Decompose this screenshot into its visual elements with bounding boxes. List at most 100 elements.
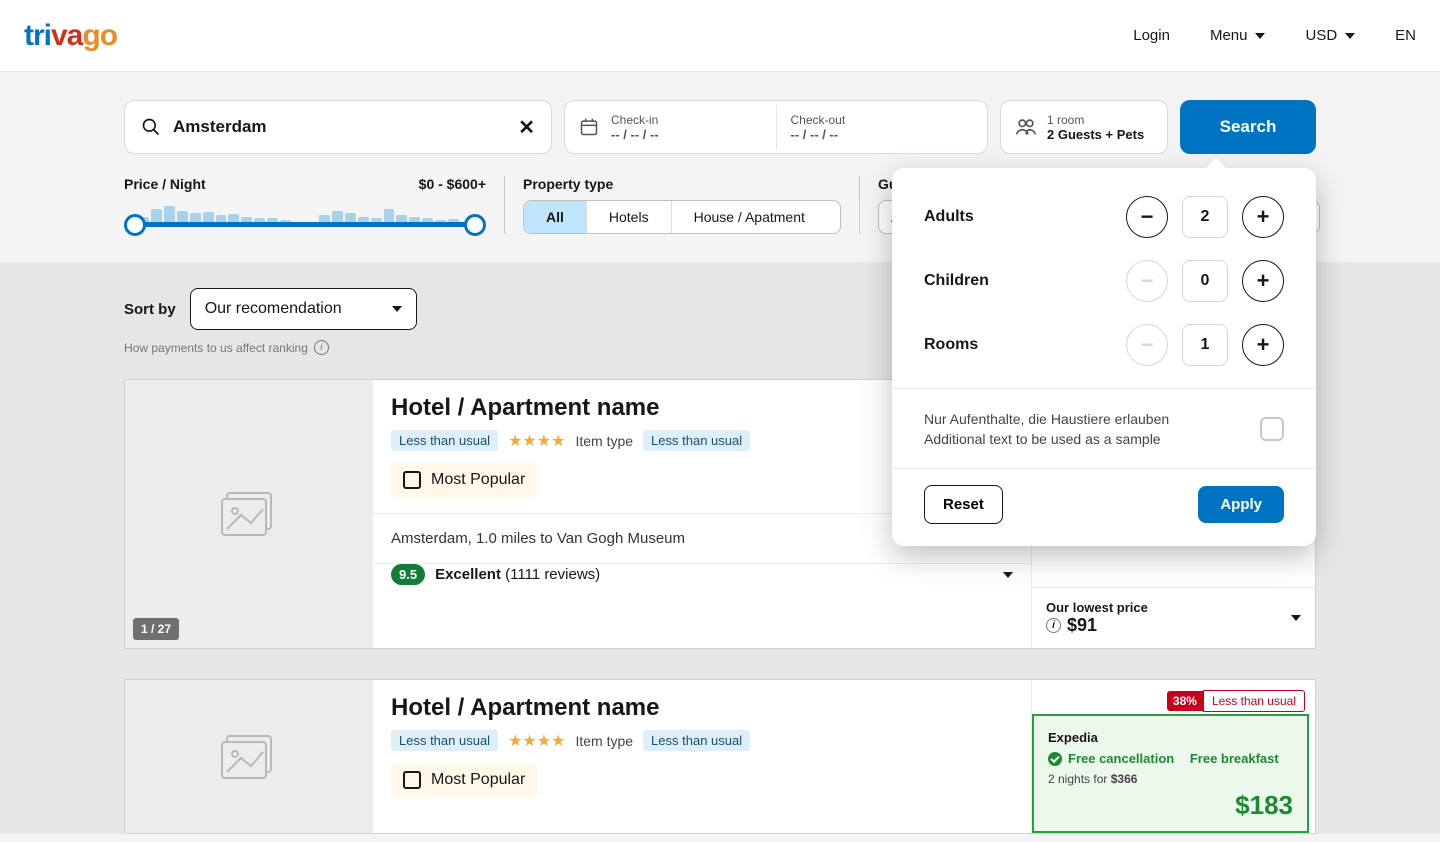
price-min-handle[interactable]: [124, 214, 146, 236]
destination-field[interactable]: ✕: [124, 100, 552, 154]
image-placeholder-icon: [219, 489, 279, 539]
menu-dropdown[interactable]: Menu: [1210, 27, 1266, 44]
star-rating-icon: ★★★★: [508, 731, 565, 751]
price-trend-chip: Less than usual: [391, 430, 498, 451]
chevron-down-icon: [392, 306, 402, 312]
nights-label: 2 nights for: [1048, 772, 1107, 786]
info-icon: i: [1046, 618, 1061, 633]
calendar-icon: [579, 117, 599, 137]
search-bar: ✕ Check-in -- / -- / -- Check-out -- / -…: [124, 72, 1316, 154]
checkin-value: -- / -- / --: [611, 127, 659, 142]
ptype-option-hotels[interactable]: Hotels: [587, 201, 672, 233]
hotel-name[interactable]: Hotel / Apartment name: [391, 694, 1013, 722]
lowest-price-label: Our lowest price: [1046, 600, 1148, 615]
rooms-decrement-button: −: [1126, 324, 1168, 366]
ptype-option-house[interactable]: House / Apatment: [672, 201, 827, 233]
price-slider[interactable]: [124, 200, 486, 232]
discount-note: Less than usual: [1203, 690, 1305, 712]
pets-label: Nur Aufenthalte, die Haustiere erlauben: [924, 409, 1169, 429]
checkin-field[interactable]: Check-in -- / -- / --: [565, 105, 776, 150]
item-type: Item type: [575, 733, 633, 749]
price-max-handle[interactable]: [464, 214, 486, 236]
pets-checkbox[interactable]: [1260, 417, 1284, 441]
perk-free-breakfast: Free breakfast: [1190, 751, 1279, 766]
adults-decrement-button[interactable]: −: [1126, 196, 1168, 238]
image-placeholder-icon: [219, 732, 279, 782]
best-deal-box[interactable]: Expedia Free cancellation Free breakfast…: [1032, 714, 1309, 833]
image-counter: 1 / 27: [133, 618, 179, 640]
sort-dropdown[interactable]: Our recomendation: [190, 288, 417, 330]
hotel-image[interactable]: [125, 680, 373, 833]
language-select[interactable]: EN: [1395, 27, 1416, 44]
checkin-label: Check-in: [611, 113, 659, 127]
most-popular-toggle[interactable]: Most Popular: [391, 763, 537, 797]
deal-price: $183: [1048, 790, 1293, 821]
destination-input[interactable]: [173, 117, 506, 137]
partner-name: Expedia: [1048, 730, 1293, 745]
most-popular-toggle[interactable]: Most Popular: [391, 463, 537, 497]
rooms-increment-button[interactable]: +: [1242, 324, 1284, 366]
property-type-label: Property type: [523, 176, 613, 192]
ptype-option-all[interactable]: All: [524, 201, 587, 233]
clear-destination-icon[interactable]: ✕: [518, 115, 535, 140]
star-rating-icon: ★★★★: [508, 431, 565, 451]
sort-by-label: Sort by: [124, 301, 176, 318]
property-type-segmented: All Hotels House / Apatment: [523, 200, 841, 234]
lowest-price-row[interactable]: Our lowest price i $91: [1032, 587, 1315, 648]
check-icon: [1048, 752, 1062, 766]
checkbox-icon: [403, 771, 421, 789]
children-increment-button[interactable]: +: [1242, 260, 1284, 302]
guests-popover: Adults − 2 + Children − 0 + Rooms − 1 + …: [892, 168, 1316, 546]
rating-score: 9.5: [391, 564, 425, 585]
children-label: Children: [924, 272, 989, 290]
checkout-label: Check-out: [791, 113, 846, 127]
login-link[interactable]: Login: [1133, 27, 1170, 44]
price-range-value: $0 - $600+: [419, 176, 486, 192]
chevron-down-icon[interactable]: [1003, 572, 1013, 578]
rooms-count: 1: [1182, 324, 1228, 366]
price-histogram: [138, 204, 472, 222]
lowest-price-value: $91: [1067, 615, 1097, 636]
price-trend-chip: Less than usual: [391, 730, 498, 751]
price-trend-chip: Less than usual: [643, 730, 750, 751]
perk-free-cancellation: Free cancellation: [1068, 751, 1174, 766]
trivago-logo[interactable]: trivago: [24, 19, 117, 53]
adults-increment-button[interactable]: +: [1242, 196, 1284, 238]
info-icon: i: [314, 340, 329, 355]
guests-icon: [1015, 116, 1037, 138]
chevron-down-icon: [1345, 33, 1355, 39]
date-picker[interactable]: Check-in -- / -- / -- Check-out -- / -- …: [564, 100, 988, 154]
rooms-count-label: 1 room: [1047, 113, 1144, 127]
checkbox-icon: [403, 471, 421, 489]
hotel-image[interactable]: 1 / 27: [125, 380, 373, 648]
rating-text: Excellent (1111 reviews): [435, 566, 600, 583]
item-type: Item type: [575, 433, 633, 449]
discount-percent: 38%: [1167, 691, 1203, 711]
adults-label: Adults: [924, 208, 974, 226]
sort-value: Our recomendation: [205, 300, 342, 318]
checkout-field[interactable]: Check-out -- / -- / --: [776, 105, 988, 150]
reset-button[interactable]: Reset: [924, 485, 1003, 524]
currency-dropdown[interactable]: USD: [1305, 27, 1355, 44]
price-trend-chip: Less than usual: [643, 430, 750, 451]
pets-sublabel: Additional text to be used as a sample: [924, 429, 1169, 449]
top-nav: trivago Login Menu USD EN: [0, 0, 1440, 72]
most-popular-label: Most Popular: [431, 771, 525, 789]
rooms-label: Rooms: [924, 336, 978, 354]
guests-selector[interactable]: 1 room 2 Guests + Pets: [1000, 100, 1168, 154]
chevron-down-icon: [1255, 33, 1265, 39]
apply-button[interactable]: Apply: [1198, 486, 1284, 523]
adults-count: 2: [1182, 196, 1228, 238]
search-icon: [141, 117, 161, 137]
discount-tag: 38% Less than usual: [1167, 690, 1305, 712]
guests-count-label: 2 Guests + Pets: [1047, 127, 1144, 142]
most-popular-label: Most Popular: [431, 471, 525, 489]
children-decrement-button: −: [1126, 260, 1168, 302]
chevron-down-icon: [1291, 615, 1301, 621]
checkout-value: -- / -- / --: [791, 127, 846, 142]
search-button[interactable]: Search: [1180, 100, 1316, 154]
hotel-card: Hotel / Apartment name Less than usual ★…: [124, 679, 1316, 834]
price-filter-label: Price / Night: [124, 176, 206, 192]
nights-price: $366: [1111, 772, 1138, 786]
children-count: 0: [1182, 260, 1228, 302]
